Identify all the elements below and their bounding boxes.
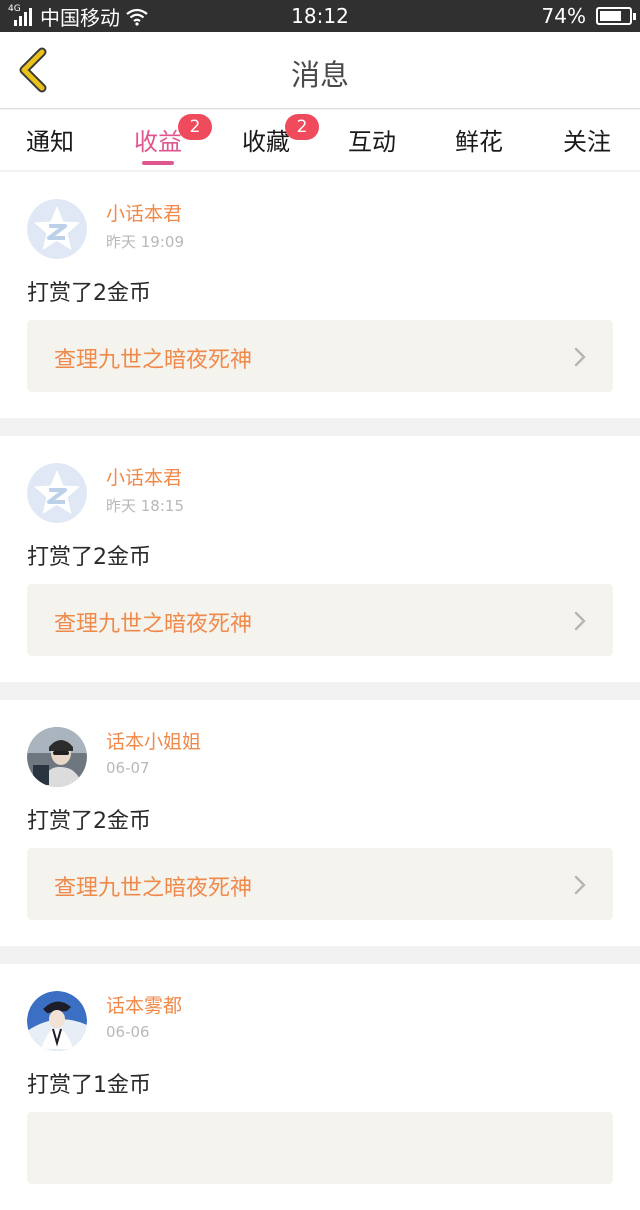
active-tab-indicator (142, 161, 174, 165)
avatar[interactable] (27, 463, 87, 523)
book-link[interactable]: 查理九世之暗夜死神 (27, 584, 613, 656)
tab-label: 收益 (134, 128, 182, 156)
status-bar: 4G 中国移动 18:12 74% (0, 0, 640, 32)
battery-percent: 74% (541, 4, 586, 28)
message-card: 小话本君 昨天 19:09 打赏了2金币 查理九世之暗夜死神 (0, 172, 640, 418)
book-title: 查理九世之暗夜死神 (54, 612, 253, 637)
avatar[interactable] (27, 199, 87, 259)
tab-label: 通知 (26, 128, 74, 156)
message-card: 话本小姐姐 06-07 打赏了2金币 查理九世之暗夜死神 (0, 700, 640, 946)
timestamp: 06-06 (106, 1023, 150, 1041)
timestamp: 昨天 19:09 (106, 233, 184, 251)
star-logo-icon (27, 199, 87, 259)
tab-notifications[interactable]: 通知 (26, 122, 74, 166)
message-card: 小话本君 昨天 18:15 打赏了2金币 查理九世之暗夜死神 (0, 436, 640, 682)
avatar[interactable] (27, 727, 87, 787)
tab-interactions[interactable]: 互动 (348, 122, 396, 166)
tab-label: 鲜花 (455, 128, 503, 156)
message-text: 打赏了2金币 (27, 545, 151, 570)
book-link[interactable]: 查理九世之暗夜死神 (27, 320, 613, 392)
username[interactable]: 话本雾都 (106, 991, 182, 1018)
timestamp: 06-07 (106, 759, 150, 777)
tab-label: 关注 (563, 128, 611, 156)
chevron-right-icon (574, 347, 586, 367)
message-card: 话本雾都 06-06 打赏了1金币 (0, 964, 640, 1210)
unread-badge: 2 (178, 114, 212, 140)
user-photo-icon (27, 727, 87, 787)
battery-level (600, 11, 621, 21)
star-logo-icon (27, 463, 87, 523)
tab-following[interactable]: 关注 (563, 122, 611, 166)
tab-favorites[interactable]: 收藏 2 (242, 114, 319, 166)
battery-icon (596, 7, 636, 25)
avatar[interactable] (27, 991, 87, 1051)
tab-label: 互动 (348, 128, 396, 156)
username[interactable]: 小话本君 (106, 463, 182, 490)
message-text: 打赏了1金币 (27, 1073, 151, 1098)
username[interactable]: 话本小姐姐 (106, 727, 201, 754)
username[interactable]: 小话本君 (106, 199, 182, 226)
message-text: 打赏了2金币 (27, 281, 151, 306)
chevron-right-icon (574, 611, 586, 631)
tab-label: 收藏 (242, 128, 290, 156)
status-right: 74% (541, 4, 636, 28)
tab-bar: 通知 收益 2 收藏 2 互动 鲜花 关注 (0, 110, 640, 170)
book-link[interactable] (27, 1112, 613, 1184)
book-title: 查理九世之暗夜死神 (54, 348, 253, 373)
tab-flowers[interactable]: 鲜花 (455, 122, 503, 166)
book-title: 查理九世之暗夜死神 (54, 876, 253, 901)
page-title: 消息 (290, 58, 349, 92)
nav-bar: 消息 (0, 32, 640, 109)
tab-earnings[interactable]: 收益 2 (134, 114, 212, 166)
timestamp: 昨天 18:15 (106, 497, 184, 515)
book-link[interactable]: 查理九世之暗夜死神 (27, 848, 613, 920)
unread-badge: 2 (285, 114, 319, 140)
chevron-right-icon (574, 875, 586, 895)
message-text: 打赏了2金币 (27, 809, 151, 834)
user-photo-icon (27, 991, 87, 1051)
